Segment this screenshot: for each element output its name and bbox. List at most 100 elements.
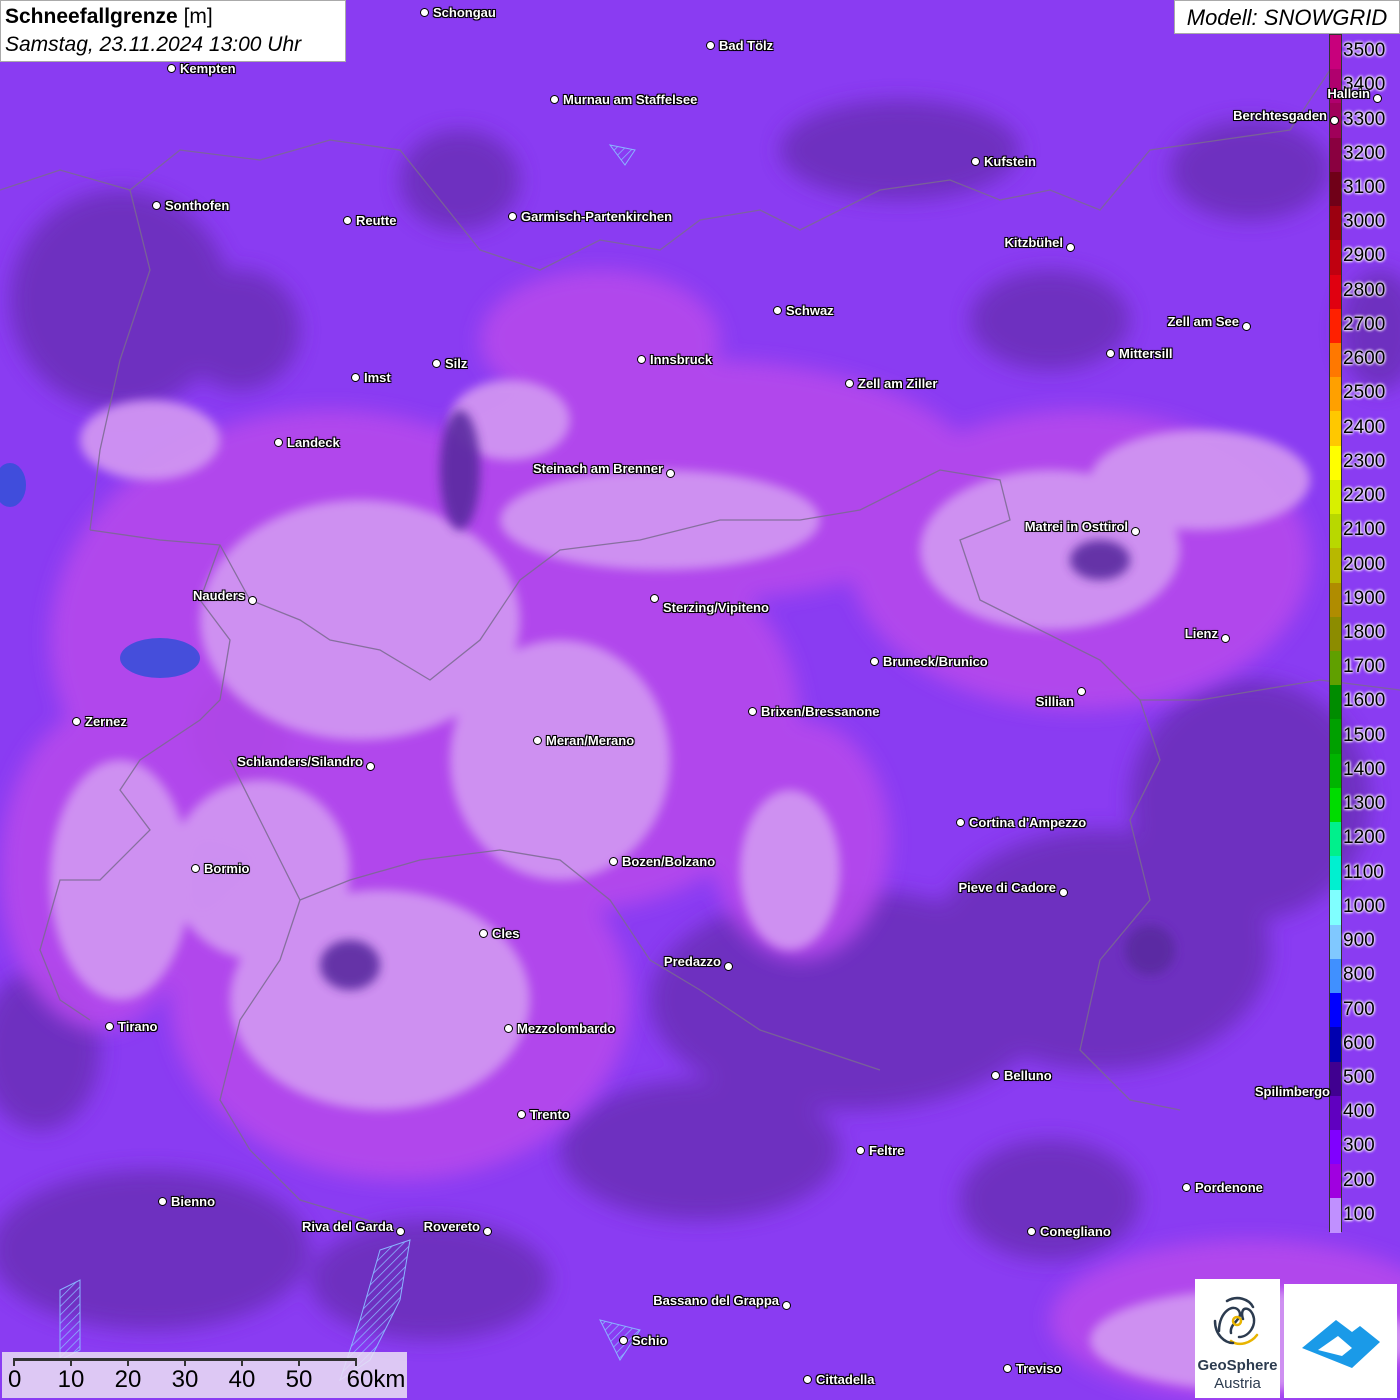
city-label: Bad Tölz	[719, 38, 774, 53]
city-marker[interactable]	[773, 306, 782, 315]
city-label: Matrei in Osttirol	[1024, 519, 1128, 534]
legend-label: 900	[1343, 930, 1375, 952]
city-marker[interactable]	[748, 707, 757, 716]
city-marker[interactable]	[158, 1197, 167, 1206]
city-label: Bienno	[171, 1194, 216, 1209]
city-label: Garmisch-Partenkirchen	[521, 209, 673, 224]
city-marker[interactable]	[1059, 888, 1068, 897]
city-marker[interactable]	[1077, 687, 1086, 696]
legend-swatch	[1330, 514, 1341, 549]
legend-label: 1400	[1343, 758, 1386, 780]
legend-swatch	[1330, 445, 1341, 480]
city-marker[interactable]	[650, 594, 659, 603]
city-marker[interactable]	[1373, 94, 1382, 103]
city-marker[interactable]	[803, 1375, 812, 1384]
city-label: Hallein	[1327, 86, 1370, 101]
city-label: Treviso	[1016, 1361, 1062, 1376]
city-marker[interactable]	[637, 355, 646, 364]
city-marker[interactable]	[504, 1024, 513, 1033]
city-marker[interactable]	[782, 1301, 791, 1310]
city-label: Schio	[632, 1333, 668, 1348]
legend-swatch	[1330, 685, 1341, 720]
city-marker[interactable]	[533, 736, 542, 745]
city-marker[interactable]	[856, 1146, 865, 1155]
city-marker[interactable]	[274, 438, 283, 447]
city-label: Trento	[530, 1107, 570, 1122]
legend-label: 600	[1343, 1032, 1375, 1054]
legend-swatch	[1330, 890, 1341, 925]
legend-label: 2500	[1343, 382, 1386, 404]
city-marker[interactable]	[1066, 243, 1075, 252]
city-marker[interactable]	[508, 212, 517, 221]
city-label: Brixen/Bressanone	[761, 704, 880, 719]
city-marker[interactable]	[991, 1071, 1000, 1080]
city-marker[interactable]	[351, 373, 360, 382]
city-marker[interactable]	[72, 717, 81, 726]
city-marker[interactable]	[971, 157, 980, 166]
city-marker[interactable]	[870, 657, 879, 666]
city-marker[interactable]	[105, 1022, 114, 1031]
scale-tick	[298, 1358, 300, 1366]
city-marker[interactable]	[956, 818, 965, 827]
city-marker[interactable]	[1242, 322, 1251, 331]
city-label: Schwaz	[786, 303, 834, 318]
legend-swatch	[1330, 924, 1341, 959]
legend-label: 500	[1343, 1066, 1375, 1088]
city-marker[interactable]	[432, 359, 441, 368]
legend-label: 3300	[1343, 108, 1386, 130]
city-marker[interactable]	[619, 1336, 628, 1345]
city-label: Meran/Merano	[546, 733, 635, 748]
legend-swatch	[1330, 274, 1341, 309]
city-marker[interactable]	[666, 469, 675, 478]
legend-label: 200	[1343, 1169, 1375, 1191]
city-marker[interactable]	[550, 95, 559, 104]
city-marker[interactable]	[479, 929, 488, 938]
legend-swatch	[1330, 650, 1341, 686]
legend-swatch	[1330, 342, 1341, 378]
city-label: Riva del Garda	[301, 1219, 393, 1234]
city-label: Kempten	[180, 61, 236, 76]
city-label: Imst	[364, 370, 391, 385]
city-marker[interactable]	[1003, 1364, 1012, 1373]
city-marker[interactable]	[517, 1110, 526, 1119]
city-marker[interactable]	[191, 864, 200, 873]
city-marker[interactable]	[845, 379, 854, 388]
app-logo[interactable]	[1284, 1284, 1397, 1398]
city-marker[interactable]	[1131, 527, 1140, 536]
geosphere-logo[interactable]: GeoSphere Austria	[1195, 1279, 1280, 1398]
legend-label: 2600	[1343, 348, 1386, 370]
city-marker[interactable]	[724, 962, 733, 971]
city-marker[interactable]	[343, 216, 352, 225]
city-marker[interactable]	[167, 64, 176, 73]
city-marker[interactable]	[609, 857, 618, 866]
scale-tick	[70, 1358, 72, 1366]
city-marker[interactable]	[1027, 1227, 1036, 1236]
legend-label: 2100	[1343, 519, 1386, 541]
city-marker[interactable]	[1182, 1183, 1191, 1192]
city-marker[interactable]	[248, 596, 257, 605]
legend-swatch	[1330, 1027, 1341, 1062]
city-marker[interactable]	[1330, 116, 1339, 125]
city-label: Tirano	[118, 1019, 158, 1034]
city-label: Mezzolombardo	[517, 1021, 616, 1036]
city-label: Sterzing/Vipiteno	[663, 600, 769, 615]
city-marker[interactable]	[1106, 349, 1115, 358]
city-label: Cles	[492, 926, 520, 941]
city-marker[interactable]	[152, 201, 161, 210]
city-label: Kitzbühel	[1004, 235, 1064, 250]
city-marker[interactable]	[366, 762, 375, 771]
legend-label: 1600	[1343, 690, 1386, 712]
city-label: Pordenone	[1195, 1180, 1263, 1195]
city-marker[interactable]	[420, 8, 429, 17]
legend-label: 1900	[1343, 587, 1386, 609]
legend-label: 2400	[1343, 416, 1386, 438]
legend-label: 2800	[1343, 279, 1386, 301]
scale-label: 20	[114, 1366, 142, 1393]
city-marker[interactable]	[483, 1227, 492, 1236]
logo-line1: GeoSphere	[1197, 1357, 1278, 1374]
legend-swatch	[1330, 753, 1341, 788]
city-marker[interactable]	[706, 41, 715, 50]
city-marker[interactable]	[396, 1227, 405, 1236]
legend-label: 1300	[1343, 793, 1386, 815]
city-marker[interactable]	[1221, 634, 1230, 643]
